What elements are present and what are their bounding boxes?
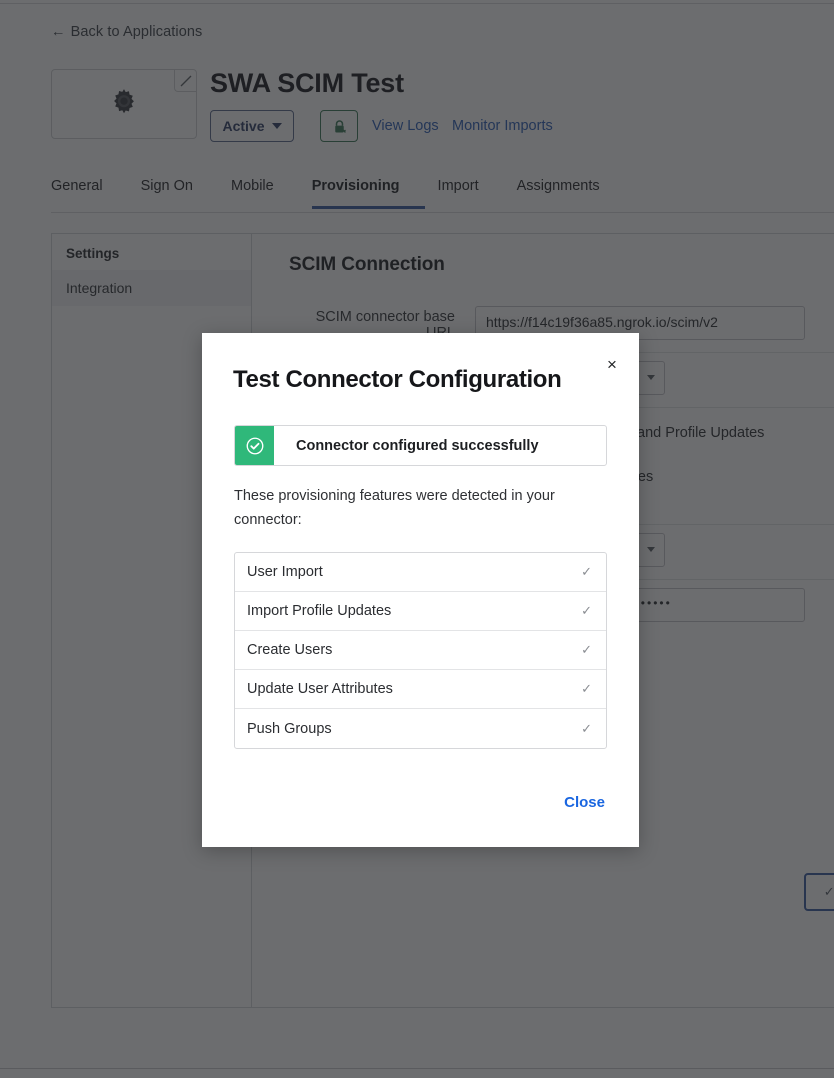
success-banner-text: Connector configured successfully [274,426,606,465]
feature-label: Push Groups [247,721,332,737]
check-circle-icon [235,426,274,465]
list-item: Update User Attributes ✓ [235,670,606,709]
test-connector-configuration-dialog: × Test Connector Configuration Connector… [202,333,639,847]
check-icon: ✓ [581,721,592,737]
close-button[interactable]: Close [562,788,607,817]
feature-label: Create Users [247,642,332,658]
feature-label: Import Profile Updates [247,603,391,619]
list-item: User Import ✓ [235,553,606,592]
feature-label: Update User Attributes [247,681,393,697]
list-item: Import Profile Updates ✓ [235,592,606,631]
check-icon: ✓ [581,642,592,658]
close-icon[interactable]: × [601,353,623,375]
success-banner: Connector configured successfully [234,425,607,466]
dialog-description: These provisioning features were detecte… [234,484,564,532]
list-item: Push Groups ✓ [235,709,606,748]
check-icon: ✓ [581,681,592,697]
dialog-title: Test Connector Configuration [233,366,639,394]
dialog-footer: Close [202,788,639,847]
check-icon: ✓ [581,564,592,580]
check-circle-glyph [246,437,264,455]
detected-features-list: User Import ✓ Import Profile Updates ✓ C… [234,552,607,749]
list-item: Create Users ✓ [235,631,606,670]
feature-label: User Import [247,564,323,580]
check-icon: ✓ [581,603,592,619]
